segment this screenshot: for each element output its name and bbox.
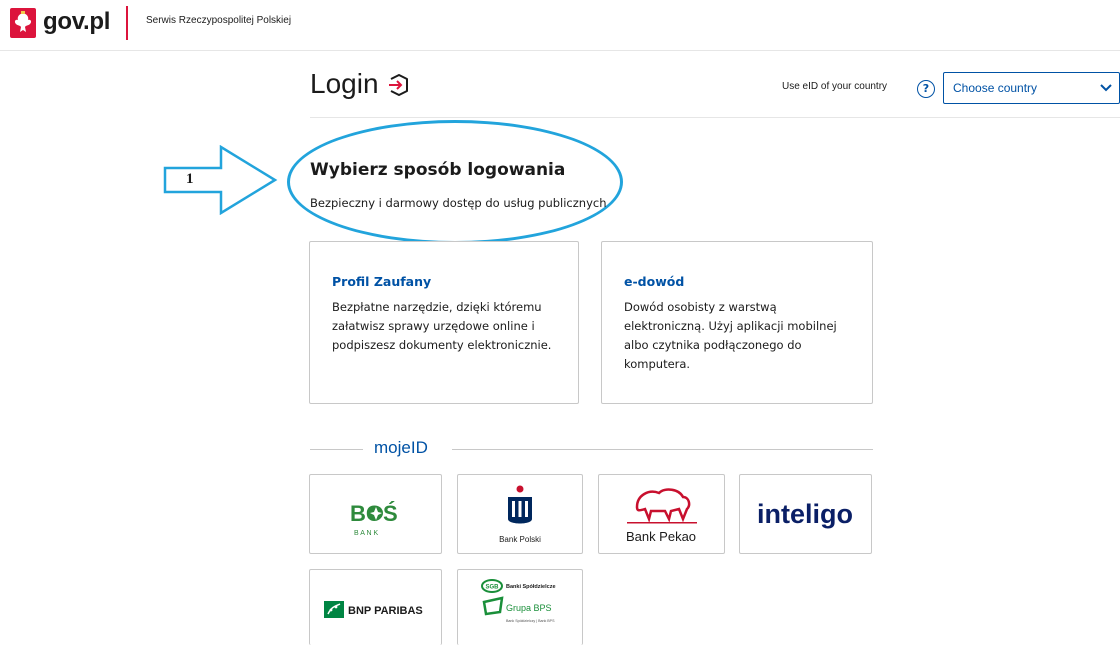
annotation-number: 1 [186, 171, 194, 187]
bps-line3: Bank Spółdzielczy | Bank BPS [506, 619, 555, 623]
bank-tile-bnp[interactable]: BNP PARIBAS [309, 569, 442, 645]
annotation-ellipse [287, 120, 623, 244]
bank-tile-inteligo[interactable]: inteligo [739, 474, 872, 554]
header-tagline: Serwis Rzeczypospolitej Polskiej [146, 15, 292, 26]
bnp-paribas-logo-icon: BNP PARIBAS [324, 601, 423, 618]
bnp-bank-name: BNP PARIBAS [348, 605, 423, 617]
bank-tile-bos[interactable]: BOŚ B A N K [309, 474, 442, 554]
bank-tile-pekao[interactable]: Bank Pekao [598, 474, 725, 554]
pekao-bank-name: Bank Pekao [626, 529, 696, 544]
divider [310, 449, 363, 450]
bps-line1: Banki Spółdzielcze [506, 584, 556, 590]
page-title: Login [310, 68, 379, 99]
sgb-badge: SGB [485, 585, 499, 591]
grupa-bps-logo-icon: SGB Banki Spółdzielcze Grupa BPS Bank Sp… [481, 579, 556, 623]
bos-bank-sub: B A N K [354, 530, 378, 537]
pko-bank-logo-icon: Bank Polski [499, 485, 541, 544]
bos-bank-logo-icon: BOŚ B A N K [350, 501, 398, 537]
country-select[interactable]: Choose country [943, 72, 1120, 104]
help-icon[interactable]: ? [917, 80, 935, 98]
pekao-bank-logo-icon: Bank Pekao [626, 488, 697, 544]
card-title: e-dowód [624, 274, 685, 289]
bank-tile-bps[interactable]: SGB Banki Spółdzielcze Grupa BPS Bank Sp… [457, 569, 583, 645]
pko-bank-name: Bank Polski [499, 535, 541, 544]
profil-zaufany-card[interactable]: Profil Zaufany Bezpłatne narzędzie, dzię… [309, 241, 579, 404]
annotation-arrow-icon [163, 145, 278, 215]
header-divider [126, 6, 128, 40]
inteligo-bank-logo-icon: inteligo [757, 499, 853, 529]
gov-pl-logo[interactable]: gov.pl [43, 8, 110, 36]
polish-emblem-icon[interactable] [10, 8, 36, 38]
mojeid-logo: mojeID [374, 438, 428, 457]
card-description: Bezpłatne narzędzie, dzięki któremu zała… [332, 300, 552, 352]
login-method-heading: Wybierz sposób logowania [310, 160, 566, 180]
inteligo-bank-name: inteligo [757, 499, 853, 529]
bps-line2: Grupa BPS [506, 603, 552, 613]
card-description: Dowód osobisty z warstwą elektroniczną. … [624, 300, 837, 371]
chevron-down-icon [1100, 84, 1112, 92]
login-door-icon [389, 74, 408, 96]
country-select-value: Choose country [953, 81, 1038, 95]
card-title: Profil Zaufany [332, 274, 432, 289]
login-method-subheading: Bezpieczny i darmowy dostęp do usług pub… [310, 196, 607, 210]
e-dowod-card[interactable]: e-dowód Dowód osobisty z warstwą elektro… [601, 241, 873, 404]
bank-tile-pko[interactable]: Bank Polski [457, 474, 583, 554]
eid-label: Use eID of your country [782, 81, 888, 92]
divider [310, 117, 1120, 118]
divider [452, 449, 873, 450]
